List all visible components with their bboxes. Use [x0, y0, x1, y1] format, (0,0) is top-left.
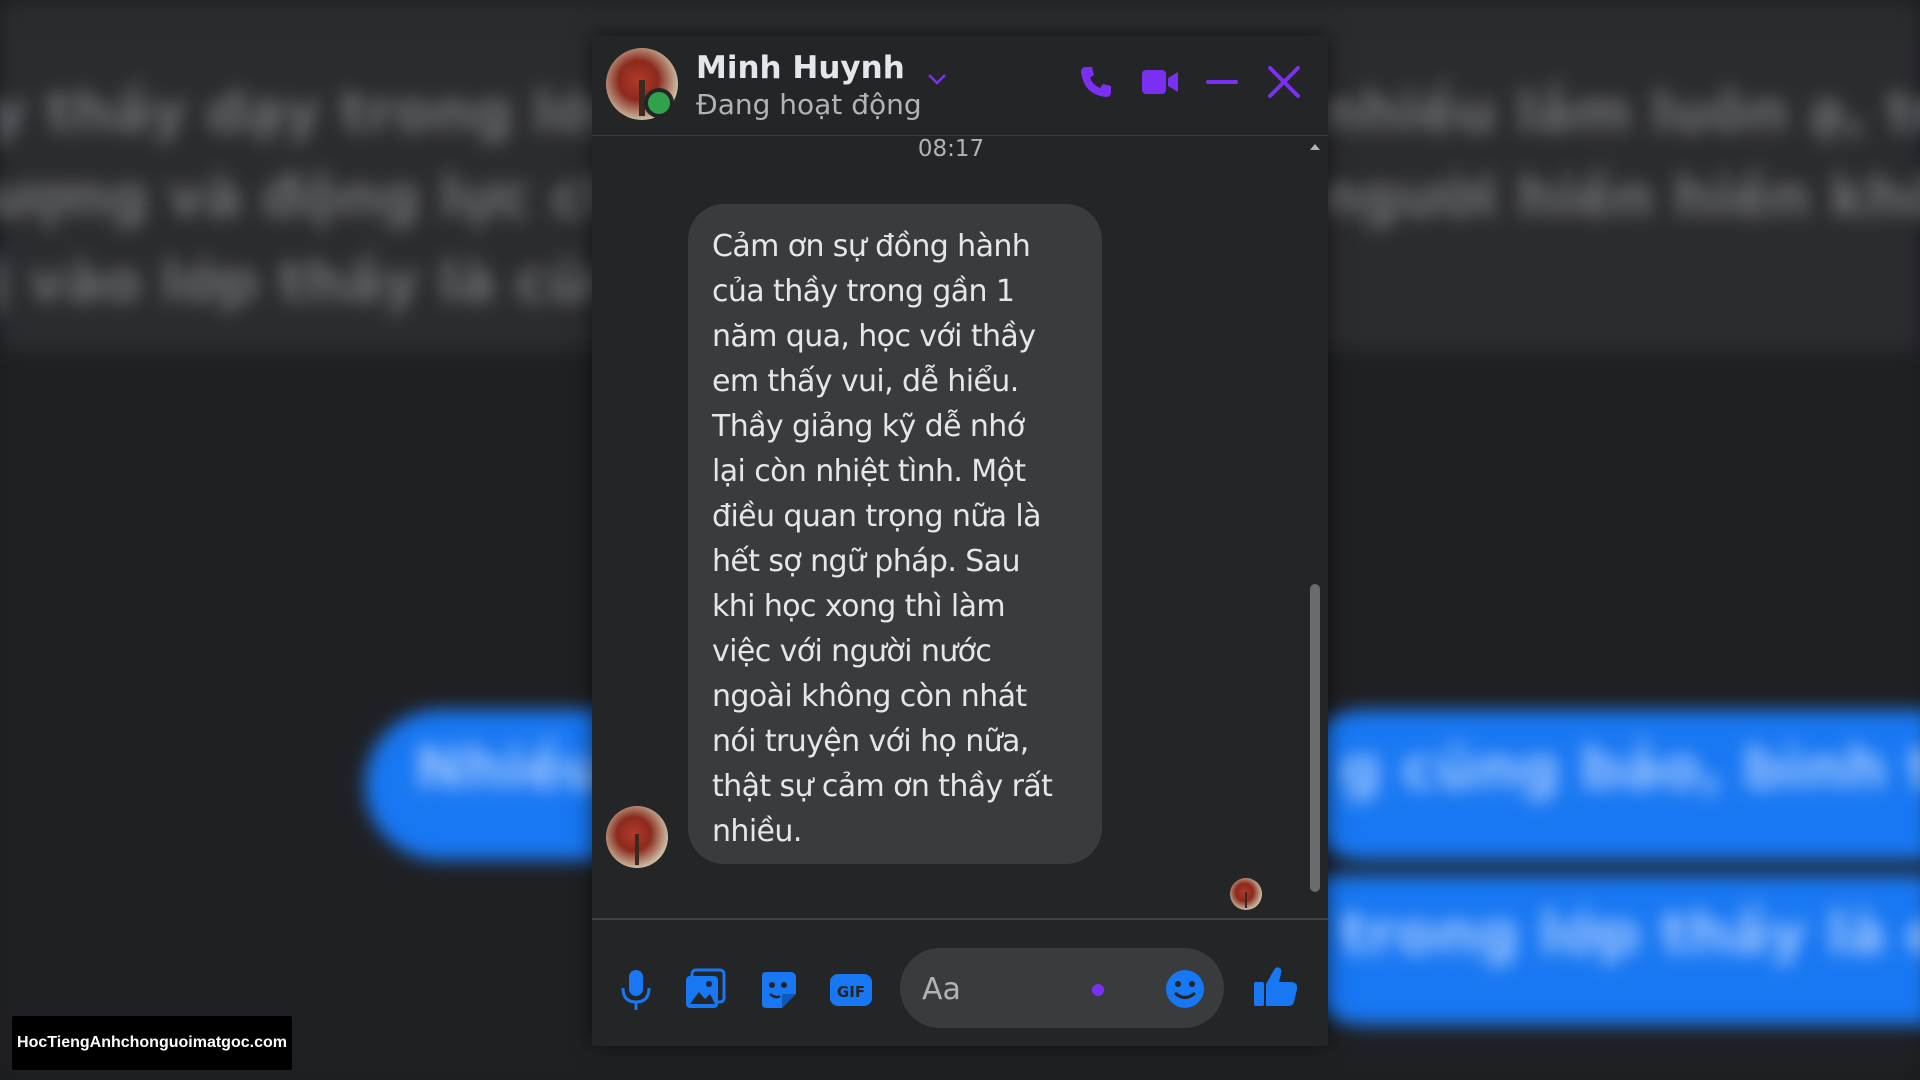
typing-indicator-dot [1092, 984, 1104, 996]
sender-avatar[interactable] [606, 806, 668, 868]
screen: y thầy dạy trong lớp l ượng và động lực … [0, 0, 1920, 1080]
contact-name[interactable]: Minh Huynh [696, 50, 905, 86]
chat-header: Minh Huynh Đang hoạt động [592, 36, 1328, 136]
gif-icon[interactable]: GIF [828, 968, 874, 1016]
minimize-icon[interactable] [1202, 62, 1242, 106]
microphone-icon[interactable] [616, 968, 656, 1016]
message-bubble[interactable]: Cảm ơn sự đồng hành của thầy trong gần 1… [688, 204, 1102, 864]
avatar-image [1244, 892, 1248, 909]
image-icon[interactable] [684, 968, 728, 1016]
background-bubble: g cũng bảo, bình thườ [1290, 710, 1920, 860]
chevron-down-icon[interactable] [924, 66, 950, 96]
background-text-line: ượng và động lực cho [0, 165, 663, 230]
message-input-container[interactable] [900, 948, 1224, 1028]
background-text-line: nhiều lắm luôn ạ, truyề [1320, 80, 1920, 145]
svg-text:GIF: GIF [837, 983, 865, 1001]
video-icon[interactable] [1140, 62, 1180, 106]
like-icon[interactable] [1252, 962, 1300, 1014]
emoji-icon[interactable] [1164, 968, 1206, 1014]
online-status-dot [644, 88, 674, 118]
background-text-line: người hiền hiền khôn [1320, 165, 1920, 230]
avatar-image [634, 833, 640, 865]
background-bubble: trong lớp thầy là e b [1290, 875, 1920, 1025]
sticker-icon[interactable] [756, 968, 800, 1016]
message-text: Cảm ơn sự đồng hành của thầy trong gần 1… [712, 229, 1053, 849]
message-composer: GIF [592, 918, 1328, 1046]
chat-window: Minh Huynh Đang hoạt động 08:17 Cảm ơn s… [592, 36, 1328, 1046]
phone-icon[interactable] [1076, 62, 1116, 106]
message-timestamp: 08:17 [917, 136, 985, 162]
background-text-line: y thầy dạy trong lớp l [0, 80, 670, 145]
background-text-line: ị vào lớp thầy là cũng [0, 250, 669, 315]
scrollbar-thumb[interactable] [1310, 584, 1320, 892]
watermark: HocTiengAnhchonguoimatgoc.com [12, 1016, 292, 1070]
seen-receipt-avatar [1230, 878, 1262, 910]
close-icon[interactable] [1264, 62, 1304, 106]
message-input[interactable] [920, 966, 1104, 1012]
background-top-bar [0, 0, 1920, 40]
contact-status: Đang hoạt động [696, 88, 922, 121]
